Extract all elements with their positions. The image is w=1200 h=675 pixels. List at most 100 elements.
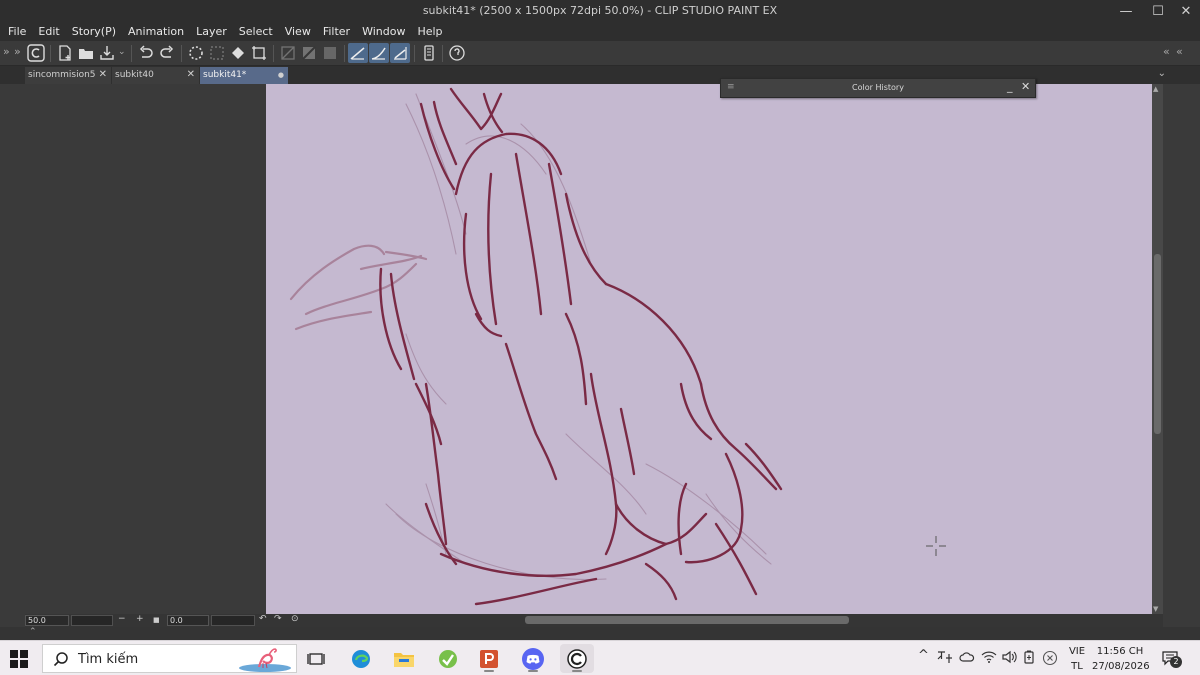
undo-icon[interactable] [136,43,156,63]
zoom-field[interactable]: 50.0 [25,615,69,626]
vertical-scrollbar[interactable]: ▲ ▼ [1152,84,1163,614]
tab-sincommision5[interactable]: sincommision5 ✕ [25,67,111,84]
menu-window[interactable]: Window [356,22,411,41]
expand-left-arrows[interactable]: » [3,45,10,58]
menu-layer[interactable]: Layer [190,22,233,41]
zoom-slider[interactable] [71,615,113,626]
drawing-canvas[interactable] [266,84,1152,614]
input-method-icon[interactable] [937,650,953,664]
expand-left-arrows-2[interactable]: » [14,45,21,58]
snap-special-icon[interactable] [369,43,389,63]
window-title: subkit41* (2500 x 1500px 72dpi 50.0%) - … [422,4,778,17]
close-tab-icon[interactable]: ✕ [187,69,195,80]
stop-button[interactable]: ■ [153,616,160,624]
language-indicator[interactable]: VIE TL [1066,644,1088,674]
bottom-dock-strip: ⌃ [0,627,1200,640]
zoom-in-button[interactable]: + [136,614,144,624]
snap-grid-icon[interactable] [390,43,410,63]
tab-subkit41[interactable]: subkit41* ● [200,67,288,84]
save-icon[interactable] [97,43,117,63]
expand-right-arrows-2[interactable]: « [1176,45,1183,58]
crosshair-cursor [926,536,946,556]
menu-story[interactable]: Story(P) [66,22,122,41]
task-view-icon[interactable] [299,644,333,673]
clear-icon[interactable] [186,43,206,63]
clip-studio-icon[interactable] [26,43,46,63]
help-icon[interactable] [447,43,467,63]
status-bar: 50.0 − + ■ 0.0 ↶ ↷ ⊙ [25,614,1163,627]
zoom-out-button[interactable]: − [118,614,126,624]
menu-help[interactable]: Help [411,22,448,41]
title-bar: subkit41* (2500 x 1500px 72dpi 50.0%) - … [0,0,1200,22]
menu-filter[interactable]: Filter [317,22,356,41]
search-icon [53,652,68,667]
search-highlight-flamingo-icon [239,648,291,672]
fill-icon[interactable] [228,43,248,63]
minimize-button[interactable]: — [1110,0,1142,22]
rotate-right-icon[interactable]: ↷ [274,614,282,624]
tab-label: subkit41* [203,70,247,80]
panel-title: Color History [852,83,904,92]
clip-studio-paint-icon[interactable] [560,644,594,673]
keyboard-layout: TL [1071,661,1083,672]
tab-subkit40[interactable]: subkit40 ✕ [112,67,199,84]
scroll-up-icon[interactable]: ▲ [1153,85,1158,93]
taskbar-search-box[interactable]: Tìm kiếm [42,644,297,673]
clock-time: 11:56 CH [1096,646,1144,657]
tab-label: subkit40 [115,70,154,80]
powerpoint-icon[interactable] [472,644,506,673]
transform-icon[interactable] [249,43,269,63]
discord-icon[interactable] [516,644,550,673]
right-panel [1163,84,1200,632]
edge-icon[interactable] [344,644,378,673]
notification-count-badge: 2 [1170,656,1182,668]
language-code: VIE [1068,646,1086,657]
menu-animation[interactable]: Animation [122,22,190,41]
scroll-down-icon[interactable]: ▼ [1153,605,1158,613]
windows-start-icon[interactable] [10,650,28,668]
clear-outside-icon[interactable] [207,43,227,63]
left-panel [0,84,25,632]
invert-icon[interactable] [299,43,319,63]
battery-icon[interactable] [1022,650,1036,664]
modified-dot-icon[interactable]: ● [278,71,284,79]
notification-center-icon[interactable]: 2 [1162,650,1182,668]
expand-right-arrows[interactable]: « [1163,45,1170,58]
windows-taskbar: Tìm kiếm ^ VIE TL 11:56 CH 27/08/2026 2 [0,640,1200,675]
rotate-left-icon[interactable]: ↶ [259,614,267,624]
reset-rotation-icon[interactable]: ⊙ [291,614,299,624]
show-selection-icon[interactable] [320,43,340,63]
panel-close-button[interactable]: ✕ [1021,80,1030,93]
menu-file[interactable]: File [0,22,32,41]
panel-minimize-button[interactable]: _ [1007,80,1013,93]
rotation-slider[interactable] [211,615,255,626]
close-circle-icon[interactable] [1042,650,1058,666]
deselect-icon[interactable] [278,43,298,63]
color-history-panel[interactable]: ≡ Color History _ ✕ [720,78,1036,98]
menu-edit[interactable]: Edit [32,22,65,41]
vertical-scroll-thumb[interactable] [1154,254,1161,434]
menu-select[interactable]: Select [233,22,279,41]
save-dropdown-icon[interactable]: ⌄ [118,47,126,57]
tab-list-chevron-icon[interactable]: ⌄ [1158,68,1166,79]
onedrive-icon[interactable] [959,650,975,664]
tray-chevron-icon[interactable]: ^ [918,648,929,663]
system-clock[interactable]: 11:56 CH 27/08/2026 [1092,644,1150,674]
csp-launcher-icon[interactable] [431,644,465,673]
file-explorer-icon[interactable] [387,644,421,673]
redo-icon[interactable] [157,43,177,63]
rotation-field[interactable]: 0.0 [167,615,209,626]
menu-view[interactable]: View [279,22,317,41]
snap-ruler-icon[interactable] [348,43,368,63]
expand-bottom-icon[interactable]: ⌃ [29,627,37,637]
device-icon[interactable] [419,43,439,63]
new-file-icon[interactable] [55,43,75,63]
volume-icon[interactable] [1001,650,1017,664]
wifi-icon[interactable] [981,650,997,664]
close-window-button[interactable]: ✕ [1170,0,1200,22]
close-tab-icon[interactable]: ✕ [99,69,107,80]
horizontal-scroll-thumb[interactable] [525,616,849,624]
tab-label: sincommision5 [28,70,96,80]
open-file-icon[interactable] [76,43,96,63]
clock-date: 27/08/2026 [1092,661,1150,672]
